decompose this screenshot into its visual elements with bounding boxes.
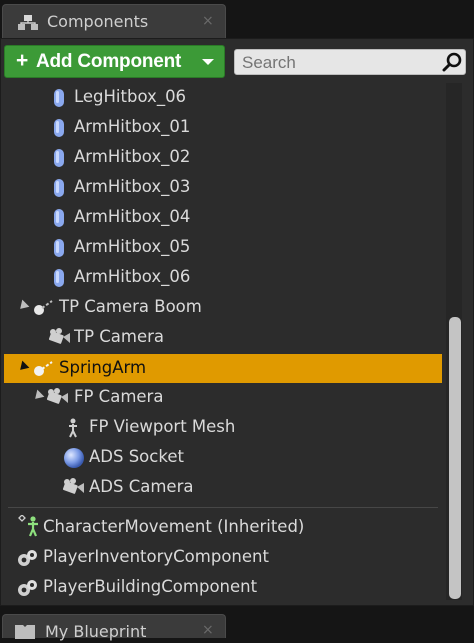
capsule-icon [53, 148, 65, 172]
tree-item[interactable]: FP Camera [0, 383, 440, 411]
tree-item-label: SpringArm [59, 358, 147, 377]
tree-item-label: PlayerInventoryComponent [43, 547, 269, 566]
tree-item[interactable]: ADS Camera [0, 473, 440, 501]
tree-item-label: TP Camera [74, 327, 165, 346]
tab-label: Components [47, 12, 149, 31]
tree-item-label: TP Camera Boom [59, 297, 202, 316]
tree-item-label: ArmHitbox_03 [74, 177, 191, 196]
tab-my-blueprint[interactable]: My Blueprint × [2, 614, 226, 641]
scrollbar-thumb[interactable] [449, 317, 461, 599]
tree-item[interactable]: ArmHitbox_01 [0, 113, 440, 141]
add-component-label: Add Component [36, 51, 182, 72]
tree-item-label: ADS Camera [89, 477, 194, 496]
tree-item-label: ADS Socket [89, 447, 184, 466]
capsule-icon [53, 178, 65, 202]
close-icon[interactable]: × [202, 13, 214, 29]
tree-item-label: ArmHitbox_01 [74, 117, 191, 136]
tree-item[interactable]: LegHitbox_06 [0, 83, 440, 111]
chevron-down-icon [202, 59, 214, 65]
tree-item[interactable]: TP Camera [0, 323, 440, 351]
capsule-icon [53, 88, 65, 112]
capsule-icon [53, 268, 65, 292]
expand-arrow-icon[interactable] [31, 389, 45, 403]
actor-component-icon [16, 578, 40, 602]
add-component-button[interactable]: + Add Component [4, 45, 225, 78]
expand-arrow-icon[interactable] [16, 360, 30, 374]
capsule-icon [53, 238, 65, 262]
capsule-icon [53, 118, 65, 142]
tree-item[interactable]: TP Camera Boom [0, 293, 440, 321]
tree-item[interactable]: ArmHitbox_06 [0, 263, 440, 291]
tree-item[interactable]: ArmHitbox_03 [0, 173, 440, 201]
camera-icon [46, 388, 70, 410]
book-icon [14, 623, 36, 643]
tree-item[interactable]: FP Viewport Mesh [0, 413, 440, 441]
divider [8, 507, 438, 508]
tree-item-label: LegHitbox_06 [74, 87, 187, 106]
tree-item-label: FP Camera [74, 387, 164, 406]
tree-item-selected[interactable]: SpringArm [4, 354, 442, 383]
tab-label: My Blueprint [45, 622, 147, 641]
tree-item[interactable]: PlayerBuildingComponent [0, 573, 440, 601]
camera-icon [62, 478, 86, 500]
tree-item-label: CharacterMovement (Inherited) [43, 517, 305, 536]
tree-item-label: PlayerBuildingComponent [43, 577, 258, 596]
expand-arrow-icon[interactable] [16, 299, 30, 313]
components-icon [17, 14, 39, 36]
sphere-icon [63, 447, 85, 473]
close-icon[interactable]: × [202, 622, 214, 638]
tree-item[interactable]: PlayerInventoryComponent [0, 543, 440, 571]
tree-item-label: ArmHitbox_04 [74, 207, 191, 226]
tree-item-label: ArmHitbox_02 [74, 147, 191, 166]
search-icon[interactable] [442, 52, 464, 76]
search-input[interactable] [234, 49, 466, 75]
character-movement-icon [16, 514, 42, 541]
spring-arm-icon [33, 359, 55, 381]
tree-item[interactable]: ArmHitbox_02 [0, 143, 440, 171]
tree-item-label: ArmHitbox_06 [74, 267, 191, 286]
camera-icon [48, 328, 72, 350]
skeletal-mesh-icon [66, 418, 80, 442]
tree-item-label: ArmHitbox_05 [74, 237, 191, 256]
tree-item[interactable]: CharacterMovement (Inherited) [0, 513, 440, 541]
tree-item[interactable]: ArmHitbox_05 [0, 233, 440, 261]
capsule-icon [53, 208, 65, 232]
plus-icon: + [16, 49, 29, 72]
tree-item-label: FP Viewport Mesh [89, 417, 236, 436]
tree-item[interactable]: ADS Socket [0, 443, 440, 471]
tab-components[interactable]: Components × [2, 4, 226, 38]
tree-item[interactable]: ArmHitbox_04 [0, 203, 440, 231]
spring-arm-icon [33, 298, 55, 320]
actor-component-icon [16, 548, 40, 572]
